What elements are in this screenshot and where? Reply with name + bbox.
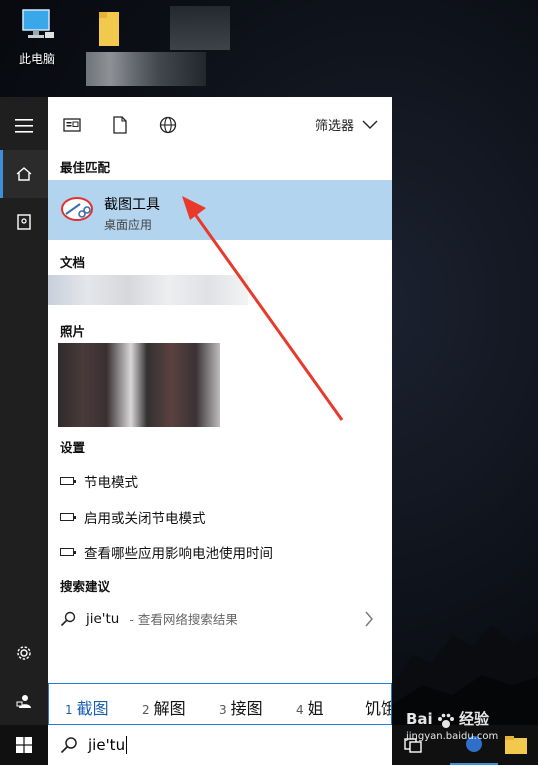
web-filter-button[interactable] [158,115,178,135]
battery-icon [60,513,76,521]
folder-icon [505,736,527,754]
search-icon [60,611,76,626]
blurred-photo-result[interactable] [58,343,220,427]
blurred-desktop-icon [86,52,206,86]
settings-button[interactable] [0,629,48,677]
folder-icon [99,12,119,46]
document-icon [113,116,127,134]
person-feedback-icon [16,695,31,708]
setting-item-label: 节电模式 [84,475,138,491]
documents-filter-button[interactable] [110,115,130,135]
home-button[interactable] [0,150,48,198]
watermark-brand-suffix: 经验 [458,710,489,728]
gear-icon [17,646,31,660]
section-best-match: 最佳匹配 [60,160,111,175]
chevron-down-icon [362,120,378,129]
setting-item-label: 查看哪些应用影响电池使用时间 [84,546,273,562]
mountain-silhouette [392,625,538,725]
start-left-rail [0,97,48,725]
section-settings: 设置 [60,440,86,455]
setting-item[interactable]: 查看哪些应用影响电池使用时间 [60,542,273,562]
watermark-url: jingyan.baidu.com [406,731,499,742]
setting-item[interactable]: 节电模式 [60,471,138,491]
hamburger-icon [15,119,33,133]
section-documents: 文档 [60,255,86,270]
computer-icon [22,9,54,38]
taskbar-file-explorer[interactable] [504,735,528,755]
desktop-icon-label: 此电脑 [18,52,55,66]
best-match-subtitle: 桌面应用 [104,218,153,232]
best-match-item[interactable]: 截图工具 桌面应用 [48,180,392,240]
battery-icon [60,477,76,485]
section-photos: 照片 [60,324,86,339]
watermark-brand: Bai [406,710,433,728]
ime-candidate[interactable]: 1 截图 [65,695,109,719]
search-results: 筛选器 最佳匹配 截图工具 桌面应用 文档 照片 设置 节电模式 启用或关闭节电… [48,97,392,683]
app-window-icon [63,118,81,132]
battery-icon [60,548,76,556]
notebook-button[interactable] [0,198,48,246]
setting-item[interactable]: 启用或关闭节电模式 [60,507,206,527]
section-search-suggestions: 搜索建议 [60,579,111,594]
search-toolbar: 筛选器 [48,97,392,151]
feedback-button[interactable] [0,677,48,725]
ime-candidate[interactable]: 饥饿 [365,695,391,719]
globe-icon [159,116,177,134]
blurred-document-result[interactable] [48,275,248,305]
notebook-icon [17,214,31,230]
paw-logo-icon [437,713,454,728]
taskbar-search-box[interactable]: jie'tu [48,725,392,765]
snipping-tool-icon [61,197,93,221]
suggestion-query: jie'tu [86,610,120,627]
apps-filter-button[interactable] [62,115,82,135]
filter-dropdown[interactable]: 筛选器 [315,115,378,134]
ime-candidate-bar: 1截图 2解图 3接图 4姐 饥饿 [48,683,392,725]
suggestion-hint: - 查看网络搜索结果 [129,612,238,627]
ime-candidate[interactable]: 3 接图 [219,695,263,719]
chevron-right-icon[interactable] [364,611,374,627]
search-input[interactable]: jie'tu [88,736,128,755]
start-button[interactable] [0,725,48,765]
setting-item-label: 启用或关闭节电模式 [84,511,206,527]
home-icon [16,167,32,181]
windows-logo-icon [16,737,32,753]
filter-label: 筛选器 [314,119,354,134]
ime-candidate[interactable]: 4姐 [296,695,324,719]
search-panel: 筛选器 最佳匹配 截图工具 桌面应用 文档 照片 设置 节电模式 启用或关闭节电… [48,97,392,725]
web-suggestion-item[interactable]: jie'tu - 查看网络搜索结果 [60,609,382,628]
baidu-watermark: Bai 经验 jingyan.baidu.com [406,708,498,742]
search-icon [60,737,77,754]
ime-candidate[interactable]: 2 解图 [142,695,186,719]
desktop-icon-folder[interactable] [74,8,144,48]
best-match-title: 截图工具 [104,197,160,213]
blurred-desktop-icon [170,6,230,50]
text-caret [126,736,128,755]
desktop-icon-this-pc[interactable]: 此电脑 [2,6,72,67]
hamburger-menu-button[interactable] [0,102,48,150]
